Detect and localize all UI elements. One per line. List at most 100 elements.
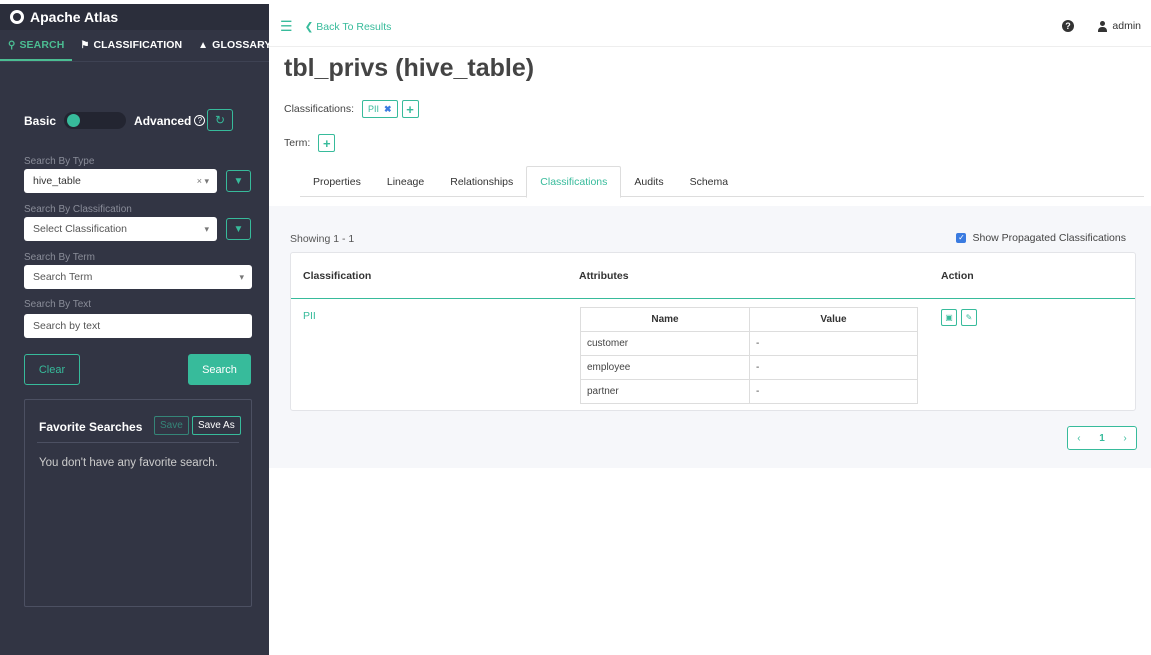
search-by-type-select[interactable]: hive_table × ▾ bbox=[24, 169, 217, 193]
term-label: Term: bbox=[284, 137, 311, 149]
favorite-searches-panel: Favorite Searches Save Save As You don't… bbox=[24, 399, 252, 607]
classifications-label: Classifications: bbox=[284, 103, 355, 115]
tab-lineage[interactable]: Lineage bbox=[374, 166, 437, 197]
show-propagated-checkbox[interactable]: ✓ Show Propagated Classifications bbox=[956, 232, 1126, 244]
search-mode-toggle[interactable] bbox=[64, 112, 127, 129]
attr-value: - bbox=[749, 355, 918, 380]
favorite-searches-title: Favorite Searches bbox=[39, 420, 143, 434]
page-title: tbl_privs (hive_table) bbox=[284, 54, 535, 82]
classifications-row: Classifications: PII ✖ + bbox=[284, 100, 419, 118]
clear-chevron-icon[interactable]: × ▾ bbox=[197, 176, 209, 187]
help-circle-icon[interactable]: ? bbox=[194, 115, 206, 126]
search-by-type-value: hive_table bbox=[33, 175, 81, 187]
pencil-icon: ✎ bbox=[965, 313, 973, 322]
entity-tabs: Properties Lineage Relationships Classif… bbox=[300, 166, 1144, 198]
classification-filter-button[interactable]: ▼ bbox=[226, 218, 251, 240]
tab-relationships[interactable]: Relationships bbox=[437, 166, 526, 197]
attr-name: employee bbox=[580, 355, 750, 380]
classification-select[interactable]: Select Classification ▾ bbox=[24, 217, 217, 241]
search-button[interactable]: Search bbox=[188, 354, 251, 385]
table-header: Classification Attributes Action bbox=[291, 253, 1135, 299]
user-menu[interactable]: admin bbox=[1097, 20, 1141, 32]
page-number[interactable]: 1 bbox=[1099, 433, 1105, 444]
sidebar: Apache Atlas ⚲ SEARCH ⚑ CLASSIFICATION ▲… bbox=[0, 0, 271, 655]
classification-tag-label: PII bbox=[368, 104, 380, 114]
advanced-mode-label: Advanced bbox=[134, 113, 192, 128]
attr-col-value: Value bbox=[749, 307, 918, 332]
tab-search-label: SEARCH bbox=[19, 39, 65, 51]
show-propagated-label: Show Propagated Classifications bbox=[972, 232, 1126, 244]
save-button[interactable]: Save bbox=[154, 416, 189, 435]
favorites-empty-text: You don't have any favorite search. bbox=[39, 457, 218, 469]
add-term-button[interactable]: + bbox=[318, 134, 336, 152]
app-brand[interactable]: Apache Atlas bbox=[0, 0, 269, 30]
tab-classifications[interactable]: Classifications bbox=[526, 166, 622, 198]
prev-page-icon[interactable]: ‹ bbox=[1077, 433, 1080, 444]
delete-classification-button[interactable]: ▣ bbox=[941, 309, 957, 326]
back-to-results-label: Back To Results bbox=[316, 20, 392, 33]
filter-icon: ▼ bbox=[233, 223, 244, 235]
trash-icon: ▣ bbox=[945, 313, 953, 322]
username: admin bbox=[1112, 20, 1141, 32]
edit-classification-button[interactable]: ✎ bbox=[961, 309, 977, 326]
attributes-table: Name Value customer - employee - partner… bbox=[580, 307, 918, 404]
clear-button[interactable]: Clear bbox=[24, 354, 80, 385]
classification-name-link[interactable]: PII bbox=[303, 310, 316, 322]
search-by-classification-label: Search By Classification bbox=[24, 204, 132, 215]
tab-properties[interactable]: Properties bbox=[300, 166, 374, 197]
classification-tag[interactable]: PII ✖ bbox=[362, 100, 398, 118]
type-filter-button[interactable]: ▼ bbox=[226, 170, 251, 192]
basic-mode-label: Basic bbox=[24, 113, 57, 128]
tag-icon: ⚑ bbox=[80, 39, 90, 51]
add-classification-button[interactable]: + bbox=[401, 100, 419, 118]
attr-value: - bbox=[749, 331, 918, 356]
filter-icon: ▼ bbox=[233, 175, 244, 187]
search-by-text-label: Search By Text bbox=[24, 299, 92, 310]
tab-schema[interactable]: Schema bbox=[677, 166, 742, 197]
next-page-icon[interactable]: › bbox=[1123, 433, 1126, 444]
table-row: customer - bbox=[580, 331, 918, 356]
top-bar: ☰ ❮ Back To Results ? admin bbox=[269, 7, 1151, 47]
checkbox-checked-icon[interactable]: ✓ bbox=[956, 233, 967, 243]
tab-search[interactable]: ⚲ SEARCH bbox=[0, 39, 73, 61]
remove-tag-icon[interactable]: ✖ bbox=[384, 104, 392, 115]
tab-classification-label: CLASSIFICATION bbox=[93, 39, 183, 51]
attributes-header-row: Name Value bbox=[580, 307, 918, 332]
search-text-input[interactable]: Search by text bbox=[24, 314, 252, 338]
save-as-button[interactable]: Save As bbox=[192, 416, 241, 435]
folder-icon: ▲ bbox=[198, 39, 209, 51]
classifications-panel: Showing 1 - 1 ✓ Show Propagated Classifi… bbox=[269, 206, 1151, 468]
globe-icon bbox=[10, 10, 24, 24]
term-row: Term: + bbox=[284, 134, 336, 152]
back-to-results-link[interactable]: ❮ Back To Results bbox=[305, 21, 392, 33]
attr-name: customer bbox=[580, 331, 750, 356]
table-row: employee - bbox=[580, 355, 918, 380]
term-placeholder: Search Term bbox=[33, 271, 93, 283]
refresh-button[interactable]: ↻ bbox=[207, 109, 233, 131]
tab-classification[interactable]: ⚑ CLASSIFICATION bbox=[72, 39, 190, 59]
help-icon[interactable]: ? bbox=[1062, 20, 1074, 32]
attr-col-name: Name bbox=[580, 307, 750, 332]
tab-glossary[interactable]: ▲ GLOSSARY bbox=[190, 39, 279, 59]
tab-audits[interactable]: Audits bbox=[621, 166, 676, 197]
search-mode-row: Basic Advanced ? ↻ bbox=[24, 109, 251, 131]
search-by-type-label: Search By Type bbox=[24, 156, 95, 167]
divider bbox=[37, 442, 239, 443]
hamburger-menu-icon[interactable]: ☰ bbox=[280, 18, 293, 35]
chevron-down-icon: ▾ bbox=[239, 271, 244, 282]
showing-count: Showing 1 - 1 bbox=[290, 233, 355, 245]
classification-placeholder: Select Classification bbox=[33, 223, 127, 235]
pagination: ‹ 1 › bbox=[1067, 426, 1137, 450]
col-classification: Classification bbox=[303, 270, 372, 282]
attr-name: partner bbox=[580, 379, 750, 404]
chevron-down-icon: ▾ bbox=[204, 223, 209, 234]
term-select[interactable]: Search Term ▾ bbox=[24, 265, 252, 289]
attr-value: - bbox=[749, 379, 918, 404]
search-by-term-label: Search By Term bbox=[24, 252, 95, 263]
search-text-placeholder: Search by text bbox=[33, 320, 101, 332]
col-action: Action bbox=[941, 270, 974, 282]
search-icon: ⚲ bbox=[8, 39, 16, 51]
refresh-icon: ↻ bbox=[214, 113, 226, 127]
tab-glossary-label: GLOSSARY bbox=[212, 39, 272, 51]
toggle-knob bbox=[67, 114, 81, 127]
